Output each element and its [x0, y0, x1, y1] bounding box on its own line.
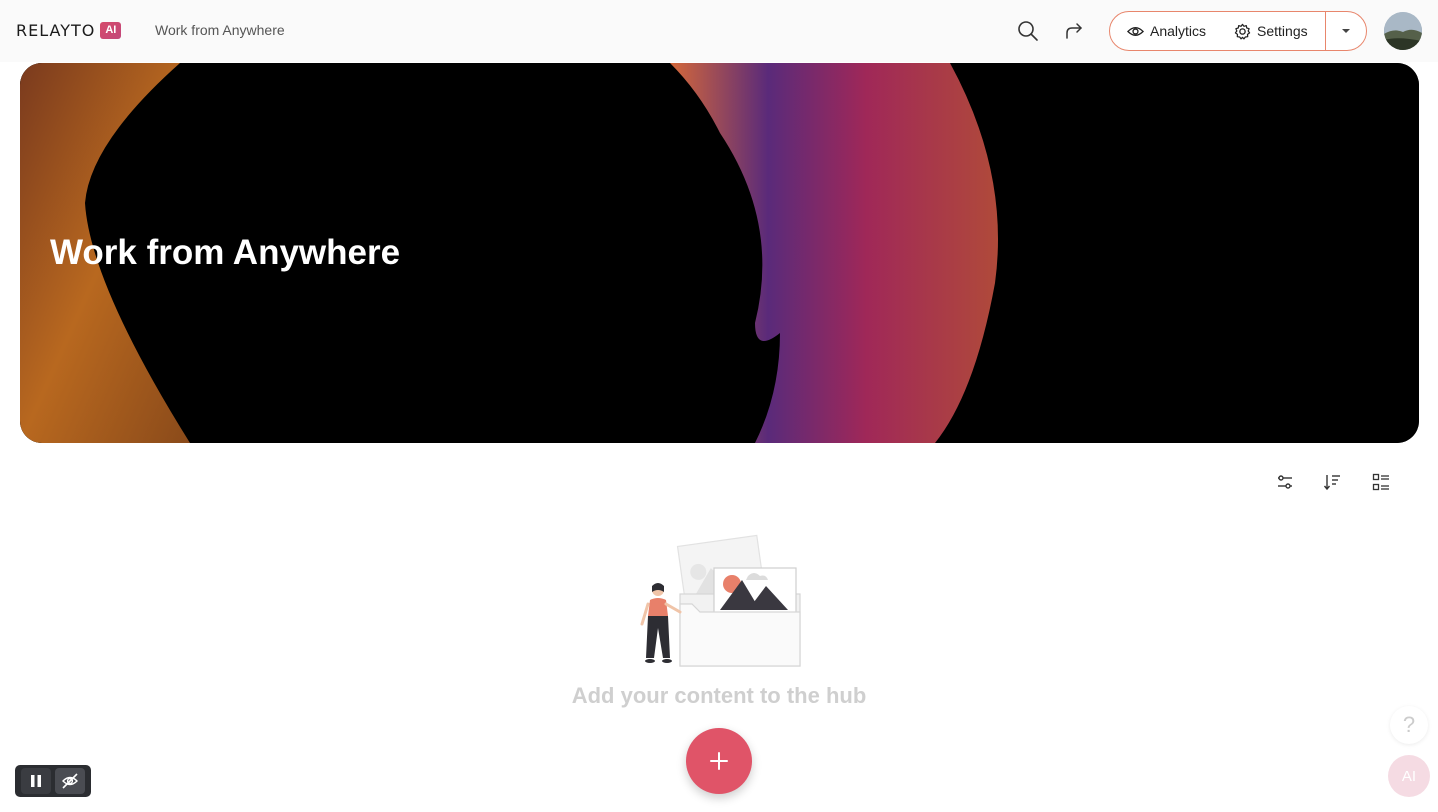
- hub-banner: Work from Anywhere: [20, 63, 1419, 443]
- pause-icon: [31, 775, 41, 787]
- filter-sliders-icon: [1278, 475, 1292, 489]
- ai-assistant-button[interactable]: AI: [1388, 755, 1430, 797]
- analytics-button[interactable]: Analytics: [1127, 12, 1206, 50]
- share-icon: [1066, 23, 1082, 39]
- search-button[interactable]: [1012, 15, 1044, 47]
- filter-button[interactable]: [1273, 470, 1297, 494]
- sort-button[interactable]: [1320, 470, 1344, 494]
- logo-text: RELAYTO: [16, 21, 96, 40]
- logo-ai-badge: AI: [100, 22, 122, 39]
- caret-down-icon: [1341, 29, 1350, 33]
- hub-title: Work from Anywhere: [155, 22, 285, 38]
- eye-off-icon: [62, 773, 78, 789]
- empty-state-message: Add your content to the hub: [571, 683, 867, 708]
- recording-controls: [15, 765, 91, 797]
- actions-dropdown-button[interactable]: [1326, 12, 1366, 50]
- avatar-photo: [1384, 12, 1422, 50]
- relayto-logo[interactable]: RELAYTO AI: [16, 21, 122, 40]
- analytics-label: Analytics: [1150, 23, 1207, 39]
- hide-controls-button[interactable]: [55, 768, 85, 794]
- view-toggle-button[interactable]: [1369, 470, 1393, 494]
- gear-icon: [1234, 23, 1251, 39]
- search-icon: [1018, 21, 1038, 41]
- help-button[interactable]: ?: [1390, 706, 1428, 744]
- share-button[interactable]: [1058, 15, 1090, 47]
- eye-icon: [1127, 26, 1144, 36]
- pause-recording-button[interactable]: [21, 768, 51, 794]
- settings-label: Settings: [1257, 23, 1308, 39]
- plus-icon: [710, 752, 728, 770]
- settings-button[interactable]: Settings: [1234, 12, 1308, 50]
- empty-state-illustration: [636, 528, 804, 670]
- banner-title: Work from Anywhere: [50, 233, 401, 272]
- add-content-button[interactable]: [686, 728, 752, 794]
- user-avatar[interactable]: [1384, 12, 1422, 50]
- top-header: RELAYTO AI Work from Anywhere Analytics …: [0, 0, 1438, 62]
- sort-icon: [1323, 475, 1340, 491]
- list-view-icon: [1372, 473, 1389, 491]
- hub-actions-group: Analytics Settings: [1109, 11, 1367, 51]
